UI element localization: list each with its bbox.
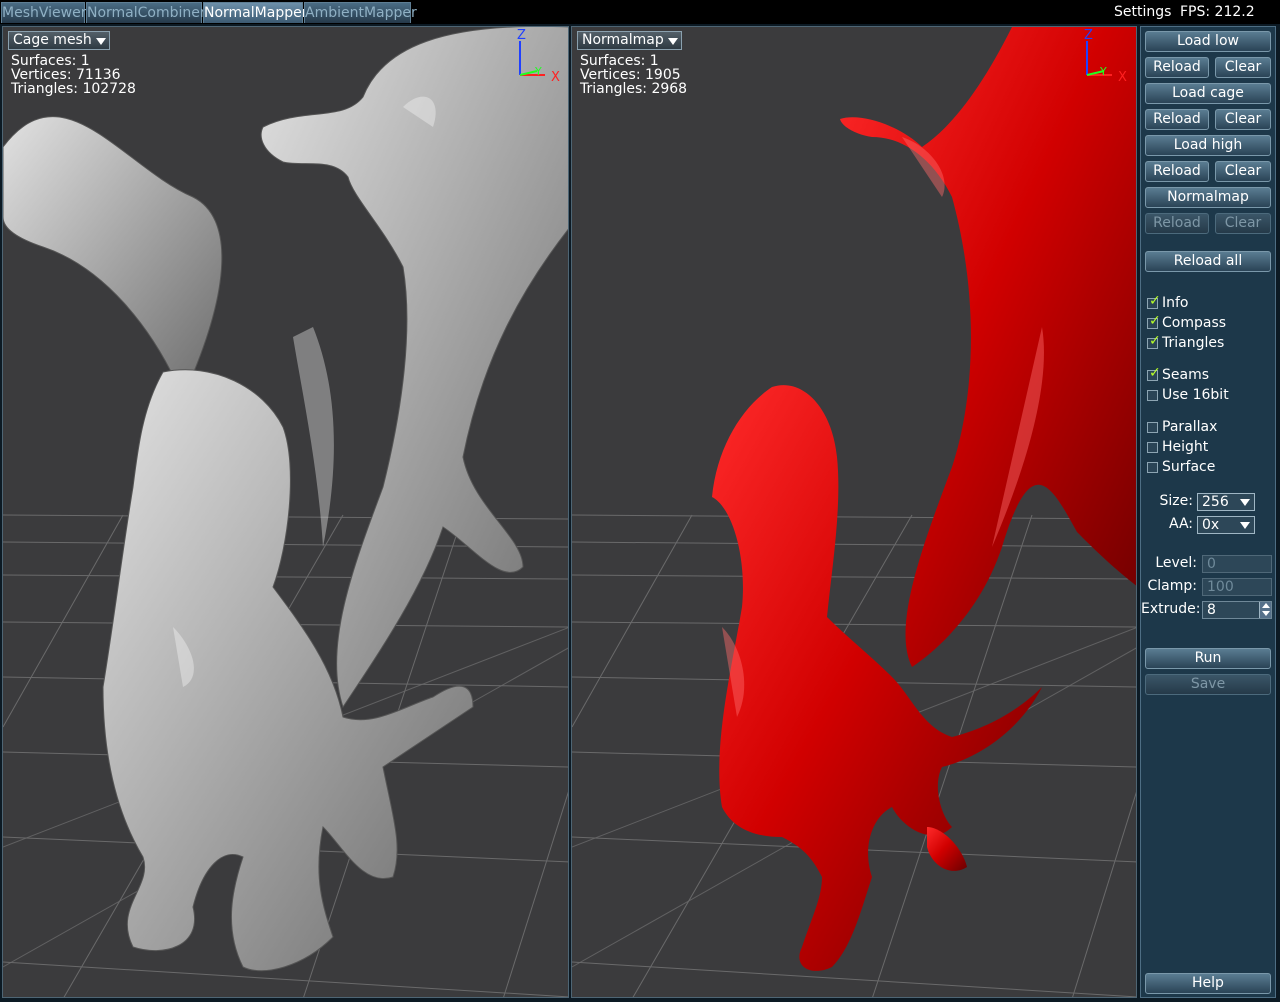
axis-z-label: Z: [517, 28, 526, 43]
parallax-checkbox[interactable]: Parallax: [1145, 417, 1217, 437]
spinner-arrows-icon[interactable]: [1259, 602, 1271, 618]
load-cage-button[interactable]: Load cage: [1145, 83, 1271, 104]
info-checkbox[interactable]: ✓ Info: [1145, 293, 1189, 313]
mesh-info: Surfaces: 1 Vertices: 1905 Triangles: 29…: [580, 54, 687, 96]
surfaces-count: Surfaces: 1: [580, 53, 659, 69]
normalmap-button[interactable]: Normalmap: [1145, 187, 1271, 208]
cage-mesh-model: [3, 27, 568, 972]
tab-meshviewer[interactable]: MeshViewer: [1, 2, 86, 23]
view-mode-dropdown[interactable]: Cage mesh: [8, 31, 110, 50]
size-select[interactable]: 256: [1197, 493, 1255, 511]
top-bar: MeshViewer NormalCombiner NormalMapper A…: [0, 0, 1280, 24]
axis-z-label: Z: [1084, 28, 1093, 43]
size-label: Size:: [1159, 493, 1193, 509]
chevron-down-icon: [1240, 499, 1250, 506]
extrude-label: Extrude:: [1141, 601, 1201, 617]
settings-button[interactable]: Settings: [1114, 2, 1171, 22]
aa-select[interactable]: 0x: [1197, 516, 1255, 534]
reload-all-button[interactable]: Reload all: [1145, 251, 1271, 272]
viewport-normalmap[interactable]: Normalmap Surfaces: 1 Vertices: 1905 Tri…: [571, 26, 1137, 998]
chevron-down-icon: [95, 38, 106, 45]
checkmark-icon: ✓: [1149, 365, 1161, 381]
control-panel: Load low Reload Clear Load cage Reload C…: [1140, 26, 1276, 998]
reload-cage-button[interactable]: Reload: [1145, 109, 1209, 130]
reload-low-button[interactable]: Reload: [1145, 57, 1209, 78]
load-low-button[interactable]: Load low: [1145, 31, 1271, 52]
chevron-down-icon: [1240, 522, 1250, 529]
checkmark-icon: ✓: [1149, 293, 1161, 309]
axis-y-label: Y: [534, 65, 542, 78]
load-high-button[interactable]: Load high: [1145, 135, 1271, 156]
clear-high-button[interactable]: Clear: [1215, 161, 1271, 182]
save-button: Save: [1145, 674, 1271, 695]
clear-normalmap-button: Clear: [1215, 213, 1271, 234]
help-button[interactable]: Help: [1145, 973, 1271, 994]
aa-label: AA:: [1168, 516, 1193, 532]
reload-normalmap-button: Reload: [1145, 213, 1209, 234]
clear-low-button[interactable]: Clear: [1215, 57, 1271, 78]
checkmark-icon: ✓: [1149, 313, 1161, 329]
reload-high-button[interactable]: Reload: [1145, 161, 1209, 182]
axis-x-label: X: [1118, 70, 1127, 83]
clear-cage-button[interactable]: Clear: [1215, 109, 1271, 130]
run-button[interactable]: Run: [1145, 648, 1271, 669]
scene-normalmap[interactable]: [572, 27, 1137, 998]
triangles-checkbox[interactable]: ✓ Triangles: [1145, 333, 1224, 353]
scene-cage-mesh[interactable]: [3, 27, 569, 998]
triangles-count: Triangles: 2968: [580, 81, 688, 97]
axis-x-label: X: [551, 70, 560, 83]
seams-checkbox[interactable]: ✓ Seams: [1145, 365, 1209, 385]
compass-checkbox[interactable]: ✓ Compass: [1145, 313, 1226, 333]
axis-compass-icon: Z Y X: [1084, 28, 1127, 83]
tab-normalmapper[interactable]: NormalMapper: [203, 2, 307, 23]
surface-checkbox[interactable]: Surface: [1145, 457, 1215, 477]
height-checkbox[interactable]: Height: [1145, 437, 1208, 457]
vertices-count: Vertices: 71136: [11, 67, 121, 83]
level-label: Level:: [1155, 555, 1197, 571]
extrude-stepper[interactable]: 8: [1202, 601, 1272, 619]
fps-readout: FPS: 212.2: [1180, 4, 1255, 20]
axis-compass-icon: Z Y X: [517, 28, 560, 83]
chevron-down-icon: [667, 38, 678, 45]
clamp-field: 100: [1202, 578, 1272, 596]
level-field: 0: [1202, 555, 1272, 573]
checkmark-icon: ✓: [1149, 333, 1161, 349]
clamp-label: Clamp:: [1147, 578, 1198, 594]
tab-ambientmapper[interactable]: AmbientMapper: [304, 2, 417, 23]
use16bit-checkbox[interactable]: Use 16bit: [1145, 385, 1229, 405]
viewport-cage-mesh[interactable]: Cage mesh Surfaces: 1 Vertices: 71136 Tr…: [2, 26, 569, 998]
view-mode-dropdown[interactable]: Normalmap: [577, 31, 682, 50]
mesh-info: Surfaces: 1 Vertices: 71136 Triangles: 1…: [11, 54, 136, 96]
vertices-count: Vertices: 1905: [580, 67, 681, 83]
tab-normalcombiner[interactable]: NormalCombiner: [86, 2, 206, 23]
triangles-count: Triangles: 102728: [11, 81, 136, 97]
axis-y-label: Y: [1099, 65, 1107, 78]
surfaces-count: Surfaces: 1: [11, 53, 90, 69]
normalmapper-window: MeshViewer NormalCombiner NormalMapper A…: [0, 0, 1280, 1002]
